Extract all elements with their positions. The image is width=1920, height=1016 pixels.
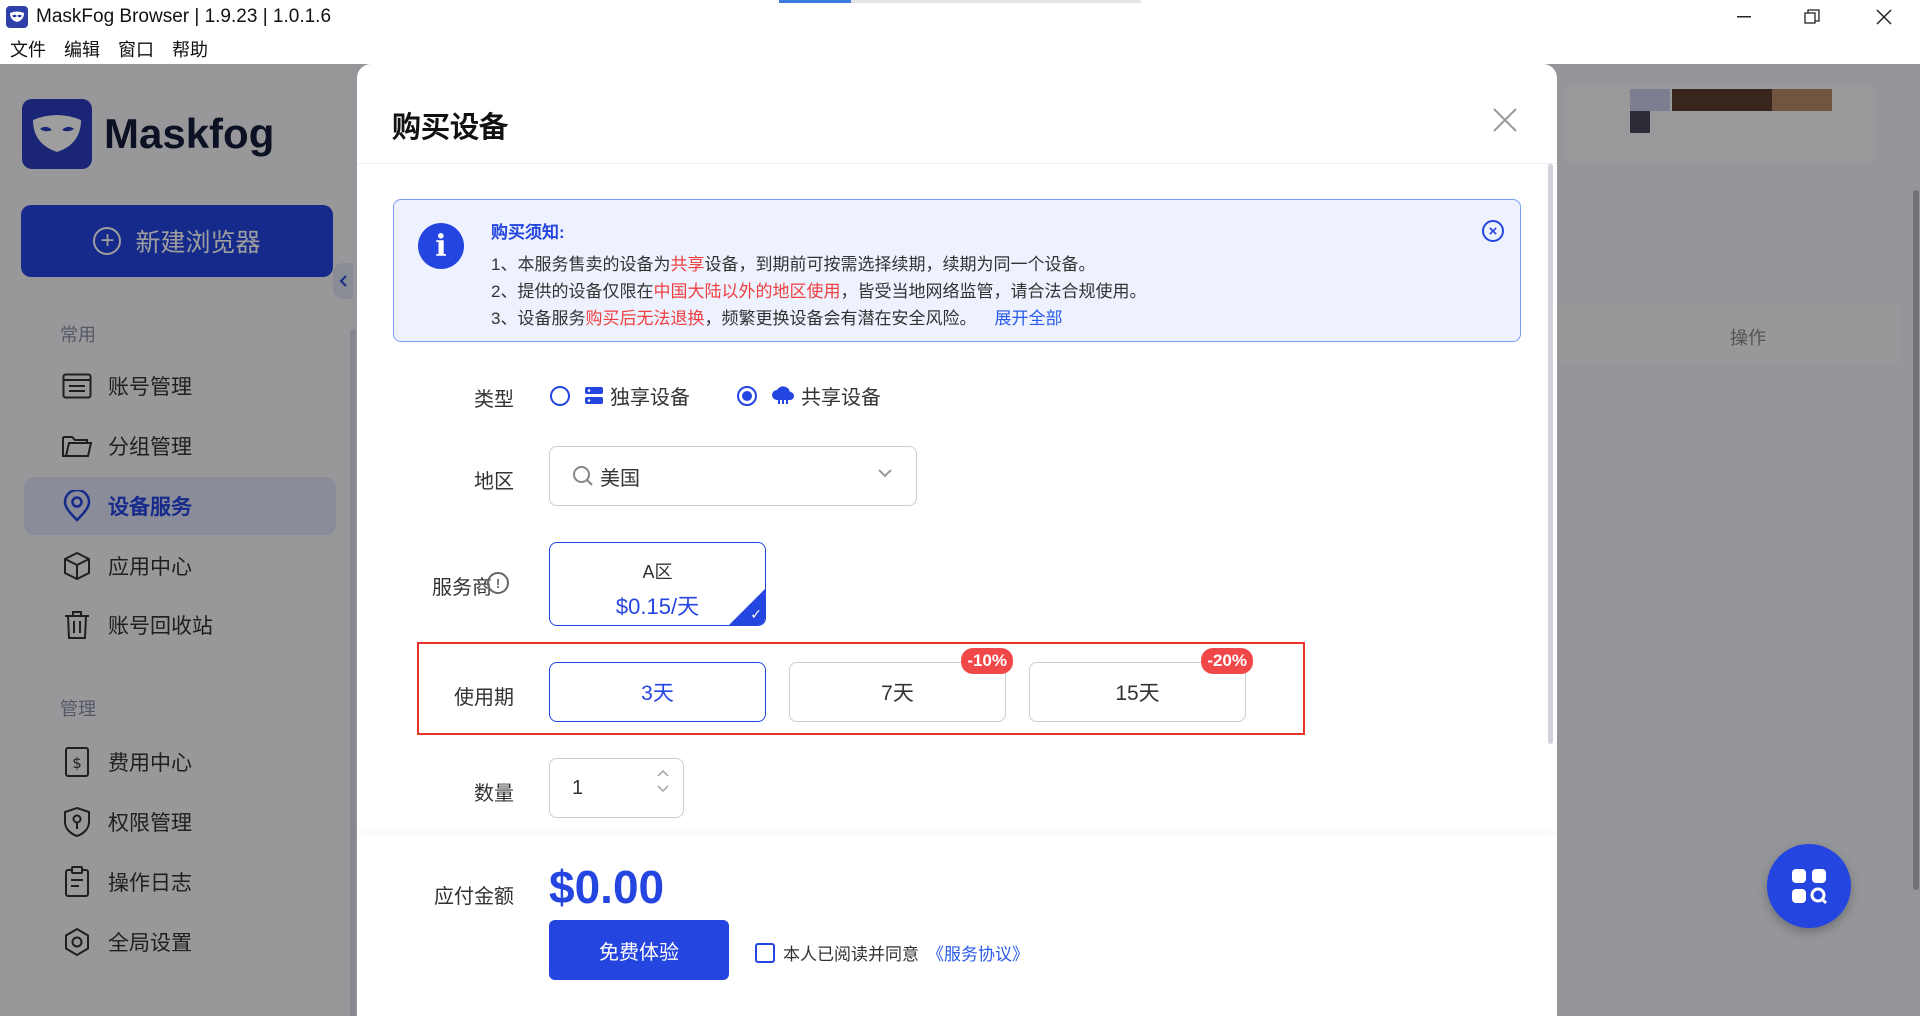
radio-shared-device[interactable]: 共享设备 xyxy=(737,381,881,410)
title-bar: MaskFog Browser | 1.9.23 | 1.0.1.6 xyxy=(0,0,1920,34)
app-content: Maskfog + 新建浏览器 常用 账号管理 分组管理 设备服务 应用中心 账… xyxy=(0,64,1920,1016)
app-icon xyxy=(6,6,28,28)
quantity-stepper[interactable]: 1 xyxy=(549,758,684,818)
radio-circle-selected xyxy=(737,385,757,406)
notice-close-button[interactable]: × xyxy=(1482,220,1504,242)
region-select[interactable]: 美国 xyxy=(549,446,917,506)
search-icon xyxy=(572,465,594,487)
stepper-arrows[interactable] xyxy=(657,769,669,793)
window-title: MaskFog Browser | 1.9.23 | 1.0.1.6 xyxy=(36,6,332,27)
provider-name: A区 xyxy=(642,562,673,582)
dialog-close-button[interactable] xyxy=(1485,100,1525,140)
dialog-scrollbar[interactable] xyxy=(1548,164,1553,744)
menu-edit[interactable]: 编辑 xyxy=(64,36,100,62)
radio-circle xyxy=(550,385,570,406)
agreement-row: 本人已阅读并同意 《服务协议》 xyxy=(755,940,1029,965)
cloud-share-icon xyxy=(771,385,795,406)
help-icon[interactable]: ! xyxy=(487,572,509,594)
service-agreement-link[interactable]: 《服务协议》 xyxy=(927,940,1029,965)
agreement-checkbox[interactable] xyxy=(755,942,775,963)
discount-badge: -20% xyxy=(1201,648,1253,674)
quick-apps-button[interactable] xyxy=(1767,844,1851,928)
menu-bar: 文件 编辑 窗口 帮助 xyxy=(0,34,1920,64)
expand-all-link[interactable]: 展开全部 xyxy=(994,309,1062,328)
restore-button[interactable] xyxy=(1790,2,1834,32)
notice-line-1: 1、本服务售卖的设备为共享设备，到期前可按需选择续期，续期为同一个设备。 xyxy=(491,255,1096,274)
menu-file[interactable]: 文件 xyxy=(10,36,46,62)
chevron-down-icon xyxy=(878,469,892,478)
payment-label: 应付金额 xyxy=(434,886,514,908)
period-option-15-days[interactable]: 15天 -20% xyxy=(1029,648,1253,722)
quantity-value: 1 xyxy=(572,776,584,799)
grid-search-icon xyxy=(1792,869,1828,905)
radio-dedicated-device[interactable]: 独享设备 xyxy=(550,381,690,410)
notice-title: 购买须知: xyxy=(491,223,565,242)
purchase-notice: i 购买须知: 1、本服务售卖的设备为共享设备，到期前可按需选择续期，续期为同一… xyxy=(393,199,1521,342)
server-icon xyxy=(584,386,604,406)
tab-indicator xyxy=(779,0,851,3)
provider-card[interactable]: A区 $0.15/天 ✓ xyxy=(549,542,766,626)
dialog-title: 购买设备 xyxy=(392,112,509,144)
notice-line-3: 3、设备服务购买后无法退换，频繁更换设备会有潜在安全风险。 展开全部 xyxy=(491,309,1063,328)
agreement-text: 本人已阅读并同意 xyxy=(783,945,919,964)
close-window-button[interactable] xyxy=(1862,2,1906,32)
period-option-3-days[interactable]: 3天 xyxy=(549,662,766,722)
tab-indicator-track xyxy=(851,0,1141,3)
region-value: 美国 xyxy=(600,467,640,490)
notice-line-2: 2、提供的设备仅限在中国大陆以外的地区使用，皆受当地网络监管，请合法合规使用。 xyxy=(491,282,1147,301)
menu-help[interactable]: 帮助 xyxy=(172,36,208,62)
discount-badge: -10% xyxy=(961,648,1013,674)
period-option-7-days[interactable]: 7天 -10% xyxy=(789,648,1013,722)
payment-amount: $0.00 xyxy=(549,861,665,913)
free-trial-button[interactable]: 免费体验 xyxy=(549,920,729,980)
checkmark-icon: ✓ xyxy=(750,606,762,622)
period-label: 使用期 xyxy=(454,687,514,709)
purchase-device-dialog: 购买设备 i 购买须知: 1、本服务售卖的设备为共享设备，到期前可按需选择续期，… xyxy=(357,64,1557,1016)
minimize-button[interactable] xyxy=(1722,2,1766,32)
close-icon xyxy=(1493,108,1517,132)
chevron-down-icon xyxy=(657,785,669,793)
info-icon: i xyxy=(418,223,464,269)
menu-window[interactable]: 窗口 xyxy=(118,36,154,62)
dialog-footer: 应付金额 $0.00 免费体验 本人已阅读并同意 《服务协议》 xyxy=(357,835,1557,1016)
type-label: 类型 xyxy=(474,389,514,411)
dialog-header: 购买设备 xyxy=(357,64,1557,164)
chevron-up-icon xyxy=(657,769,669,777)
region-label: 地区 xyxy=(474,471,514,493)
quantity-label: 数量 xyxy=(474,783,514,805)
provider-label: 服务商 xyxy=(432,577,492,599)
